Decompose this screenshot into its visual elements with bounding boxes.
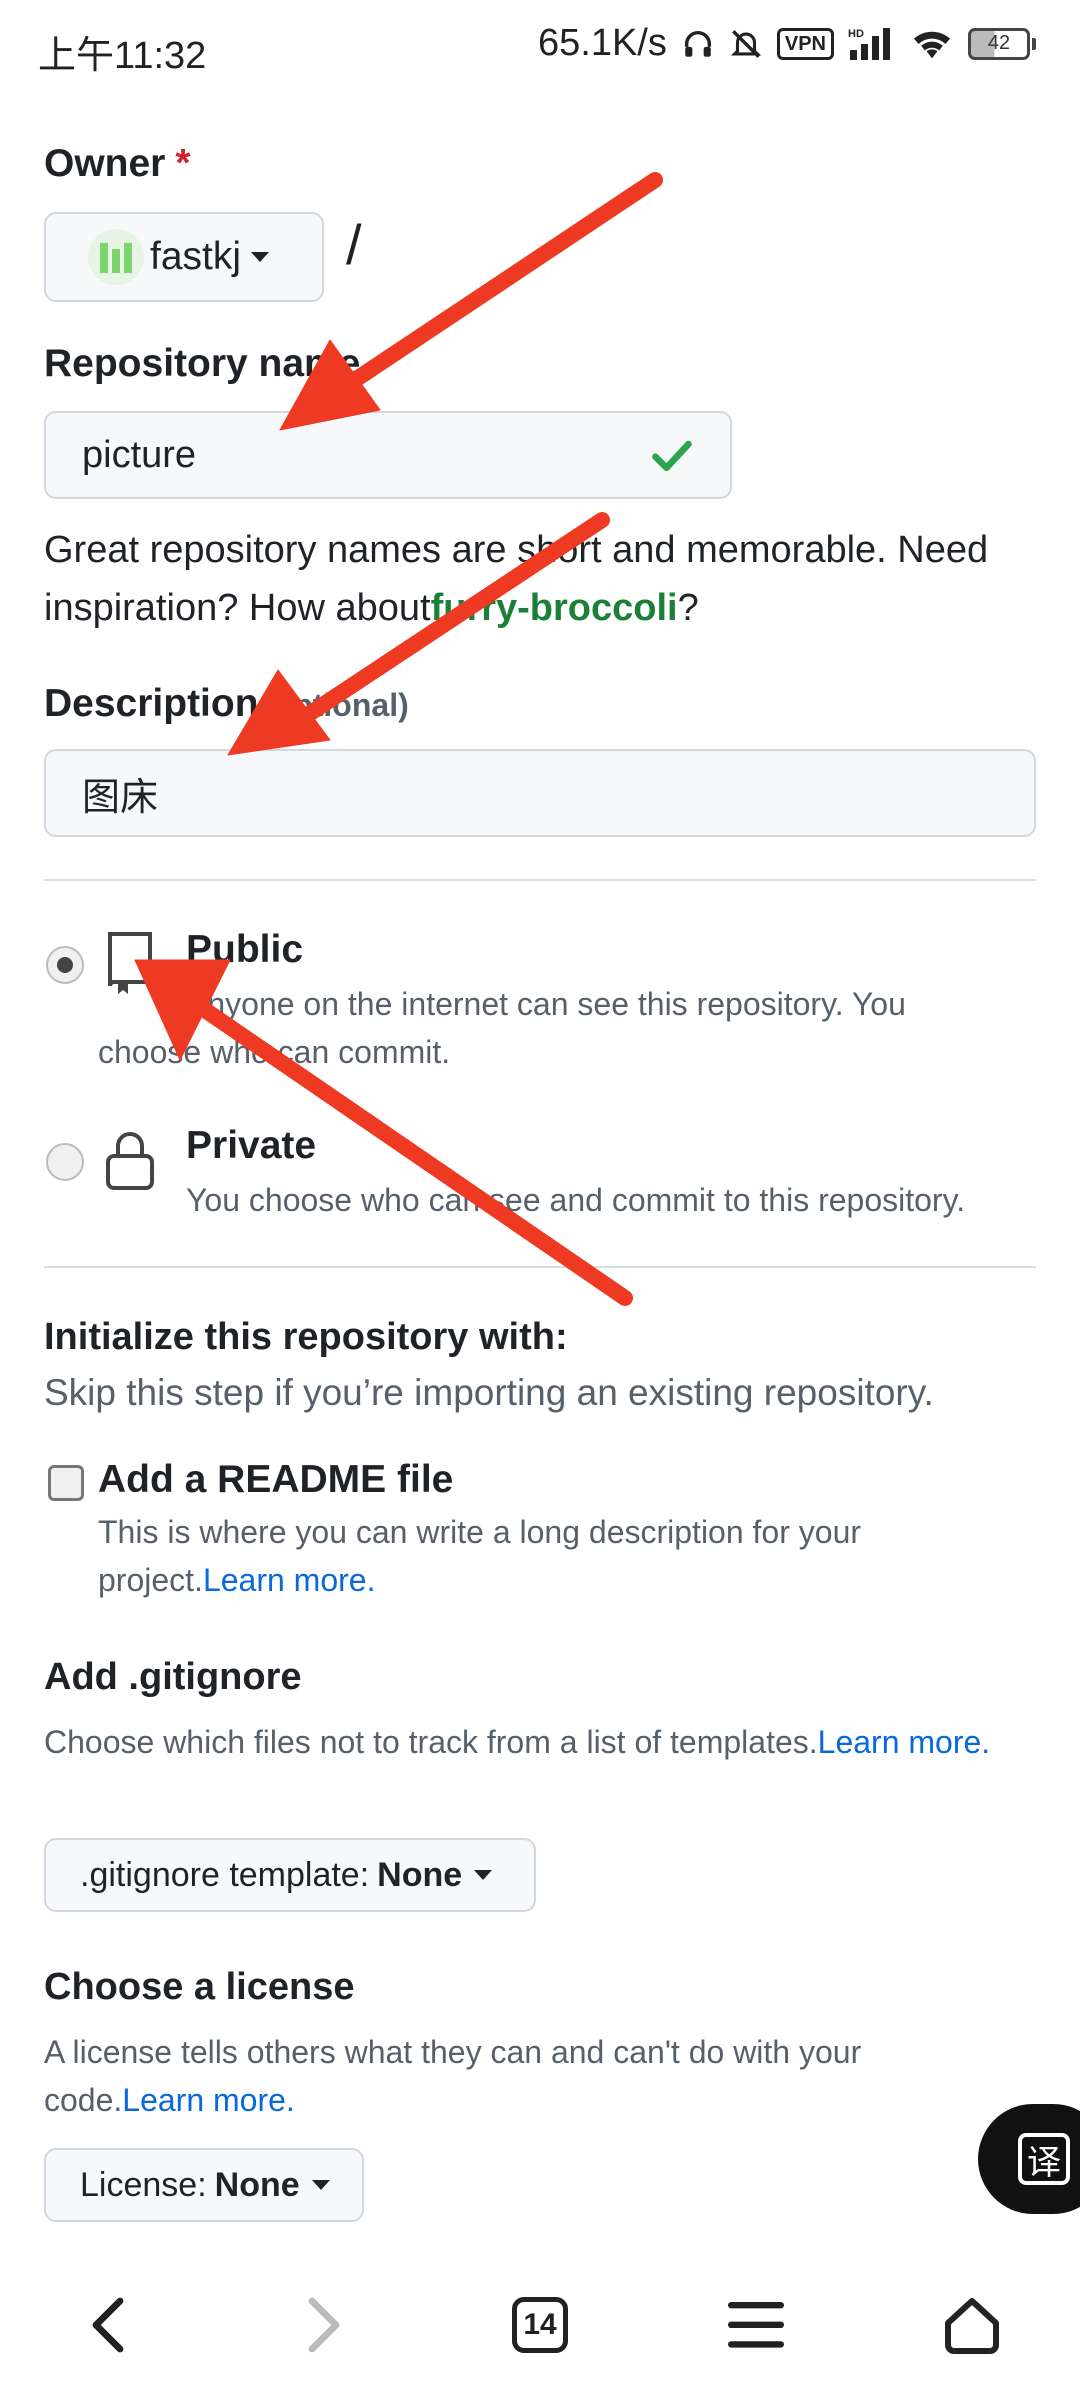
gitignore-title: Add .gitignore (44, 1656, 302, 1698)
repo-name-hint: Great repository names are short and mem… (44, 529, 989, 629)
gitignore-learn-more-link[interactable]: Learn more. (818, 1724, 991, 1760)
license-dropdown[interactable]: License: None (44, 2148, 364, 2222)
readme-desc: This is where you can write a long descr… (98, 1514, 862, 1598)
home-icon (945, 2298, 999, 2354)
gitignore-desc: Choose which files not to track from a l… (44, 1724, 991, 1760)
menu-icon (728, 2302, 784, 2348)
signal-icon: HD (848, 27, 890, 60)
license-learn-more-link[interactable]: Learn more. (122, 2082, 295, 2118)
private-desc: You choose who can see and commit to thi… (186, 1182, 966, 1218)
home-button[interactable] (912, 2265, 1032, 2385)
owner-dropdown[interactable]: fastkj (44, 212, 324, 302)
required-asterisk: * (175, 142, 191, 185)
readme-title: Add a README file (98, 1458, 454, 1501)
back-button[interactable] (48, 2265, 168, 2385)
description-label: Description (optional) (44, 682, 409, 725)
readme-checkbox[interactable] (48, 1465, 84, 1501)
status-icons: 65.1K/s VPN HD 42 (538, 22, 1036, 65)
owner-name: fastkj (150, 235, 242, 278)
repo-name-value: picture (82, 433, 197, 476)
divider (44, 879, 1036, 881)
arrow-repo-name (332, 172, 663, 398)
public-title: Public (186, 928, 304, 971)
public-desc: Anyone on the internet can see this repo… (98, 986, 906, 1070)
private-radio[interactable] (46, 1143, 84, 1181)
svg-text:HD: HD (848, 28, 864, 40)
readme-learn-more-link[interactable]: Learn more. (203, 1562, 376, 1598)
tab-count: 14 (512, 2297, 568, 2353)
headphones-icon (684, 30, 711, 57)
wifi-icon (914, 31, 950, 58)
divider (44, 1266, 1036, 1268)
status-time: 上午11:32 (38, 35, 207, 77)
caret-down-icon (251, 252, 270, 262)
description-value: 图床 (82, 776, 159, 819)
vpn-badge: VPN (776, 27, 834, 60)
translate-button[interactable]: 译 (978, 2104, 1080, 2214)
lock-icon (106, 1132, 154, 1190)
tabs-button[interactable]: 14 (480, 2265, 600, 2385)
battery-icon: 42 (968, 27, 1036, 60)
repo-name-label: Repository name (44, 342, 361, 385)
description-input[interactable]: 图床 (44, 749, 1036, 837)
chevron-left-icon (92, 2297, 124, 2353)
net-speed: 65.1K/s (538, 22, 667, 64)
caret-down-icon (474, 1870, 493, 1880)
owner-slash: / (346, 213, 362, 276)
mute-bell-icon (730, 29, 761, 58)
translate-icon: 译 (1018, 2133, 1070, 2185)
chevron-right-icon (308, 2297, 340, 2353)
init-desc: Skip this step if you’re importing an ex… (44, 1372, 934, 1413)
public-radio[interactable] (46, 946, 84, 984)
forward-button[interactable] (264, 2265, 384, 2385)
init-title: Initialize this repository with: (44, 1316, 568, 1358)
gitignore-template-dropdown[interactable]: .gitignore template: None (44, 1838, 536, 1912)
suggestion-link[interactable]: furry-broccoli (431, 587, 678, 629)
menu-button[interactable] (696, 2265, 816, 2385)
owner-label: Owner * (44, 142, 191, 185)
private-title: Private (186, 1124, 317, 1167)
check-icon (652, 440, 692, 472)
caret-down-icon (311, 2180, 330, 2190)
browser-navbar: 14 (0, 2250, 1080, 2400)
avatar (88, 229, 144, 285)
license-desc: A license tells others what they can and… (44, 2034, 862, 2118)
repo-name-input[interactable]: picture (44, 411, 732, 499)
license-title: Choose a license (44, 1966, 355, 2008)
